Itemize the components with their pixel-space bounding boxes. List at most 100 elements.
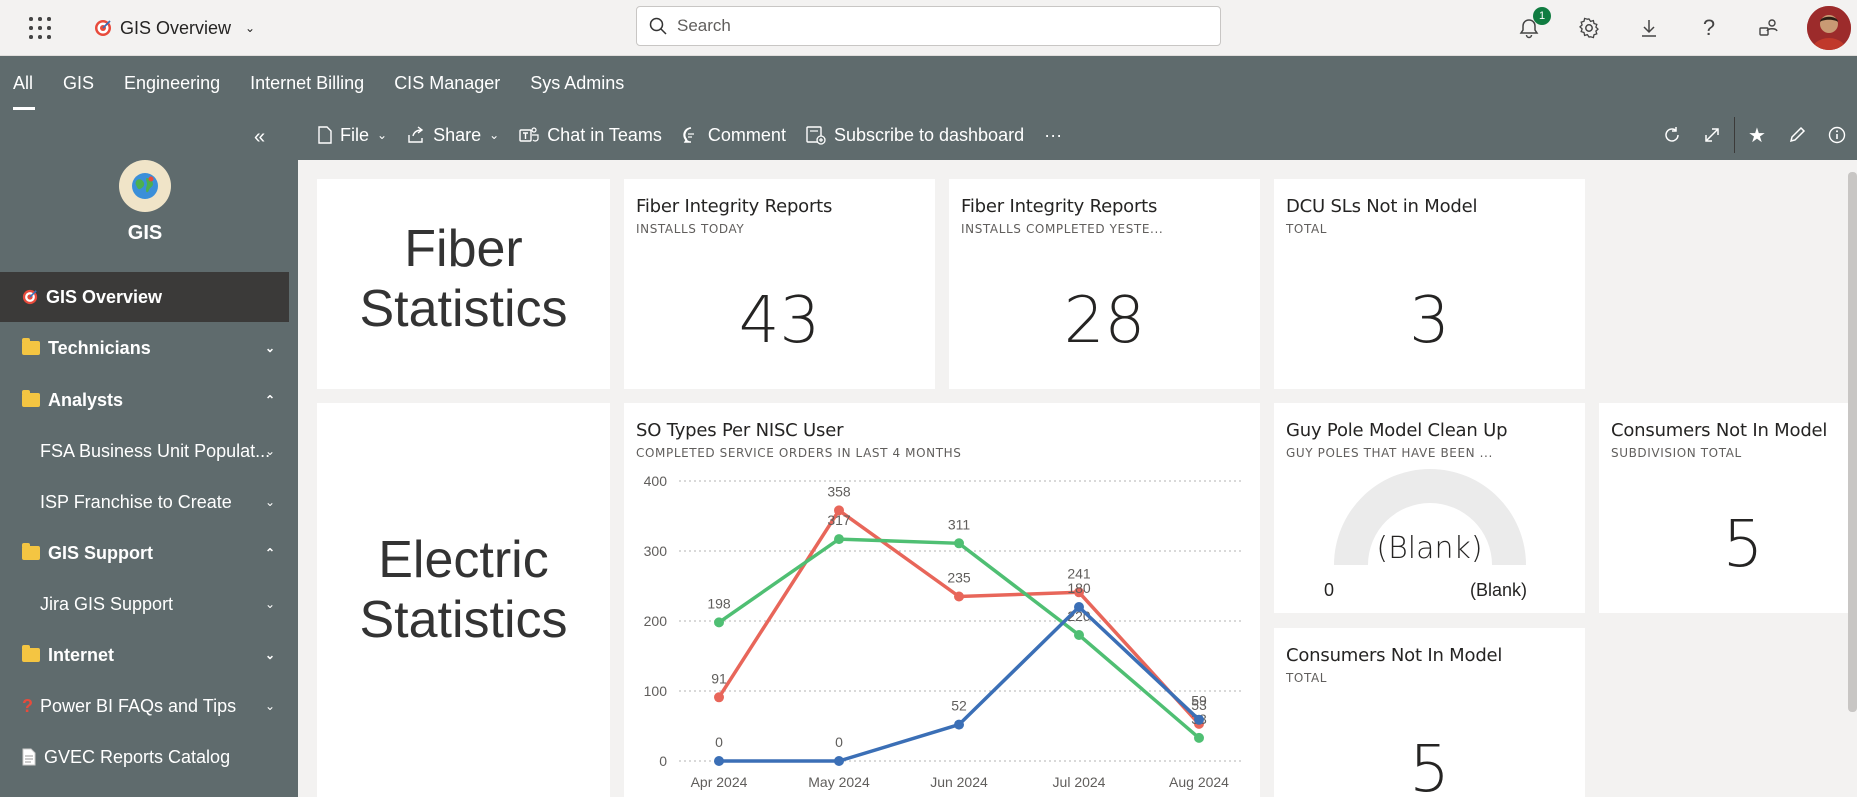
consumers-total-tile[interactable]: Consumers Not In Model TOTAL 5 xyxy=(1274,628,1585,797)
electric-statistics-tile[interactable]: Electric Statistics xyxy=(317,403,610,797)
chevron-down-icon[interactable]: ⌄ xyxy=(265,699,275,713)
file-menu-button[interactable]: File ⌄ xyxy=(308,110,397,160)
folder-icon xyxy=(22,338,40,355)
collapse-sidebar-icon[interactable]: « xyxy=(254,126,265,149)
sidebar-item-analysts[interactable]: Analysts ⌃ xyxy=(0,375,289,425)
notifications-button[interactable]: 1 xyxy=(1499,0,1559,56)
info-button[interactable] xyxy=(1817,110,1857,160)
people-icon xyxy=(1759,19,1778,36)
help-button[interactable]: ? xyxy=(1679,0,1739,56)
sidebar-item-jira-gis-support[interactable]: Jira GIS Support ⌄ xyxy=(0,579,289,629)
chevron-up-icon[interactable]: ⌃ xyxy=(265,546,275,560)
favorite-button[interactable]: ★ xyxy=(1737,110,1777,160)
target-icon xyxy=(22,289,38,305)
data-label: 311 xyxy=(948,516,971,532)
avatar[interactable] xyxy=(1807,6,1851,50)
tile-subtitle: INSTALLS COMPLETED YESTE... xyxy=(961,222,1164,236)
so-types-chart-tile[interactable]: SO Types Per NISC User COMPLETED SERVICE… xyxy=(624,403,1260,797)
tab-label: Engineering xyxy=(124,72,221,93)
tile-value: 3 xyxy=(1409,284,1450,358)
tab-internet-billing[interactable]: Internet Billing xyxy=(235,56,379,110)
expand-icon xyxy=(1705,128,1719,142)
feedback-button[interactable] xyxy=(1739,0,1799,56)
chevron-down-icon[interactable]: ⌄ xyxy=(265,648,275,662)
tab-label: Sys Admins xyxy=(530,72,625,93)
tab-gis[interactable]: GIS xyxy=(48,56,109,110)
comment-icon xyxy=(683,127,694,143)
subscribe-icon xyxy=(806,126,826,145)
sidebar-item-power-bi-faqs[interactable]: ? Power BI FAQs and Tips ⌄ xyxy=(0,681,289,731)
dashboard-canvas: Fiber Statistics Fiber Integrity Reports… xyxy=(298,160,1857,797)
chevron-down-icon[interactable]: ⌄ xyxy=(265,495,275,509)
workspace-logo xyxy=(119,160,171,212)
sidebar-item-technicians[interactable]: Technicians ⌄ xyxy=(0,323,289,373)
data-label: 0 xyxy=(835,734,843,750)
search-box[interactable] xyxy=(636,6,1221,46)
electric-text-line1: Electric xyxy=(378,531,549,589)
fiber-statistics-tile[interactable]: Fiber Statistics xyxy=(317,179,610,389)
guy-pole-gauge-tile[interactable]: Guy Pole Model Clean Up GUY POLES THAT H… xyxy=(1274,403,1585,613)
tab-label: All xyxy=(13,72,34,93)
sidebar-item-internet[interactable]: Internet ⌄ xyxy=(0,630,289,680)
gauge-max: (Blank) xyxy=(1470,580,1528,600)
app-launcher-icon[interactable] xyxy=(28,16,52,40)
notification-badge: 1 xyxy=(1533,7,1551,25)
chevron-down-icon[interactable]: ⌄ xyxy=(265,341,275,355)
app-title-dropdown[interactable]: GIS Overview ⌄ xyxy=(94,14,255,42)
tab-cis-manager[interactable]: CIS Manager xyxy=(379,56,515,110)
fullscreen-button[interactable] xyxy=(1692,110,1732,160)
chevron-down-icon[interactable]: ⌄ xyxy=(265,444,275,458)
comment-button[interactable]: Comment xyxy=(672,110,796,160)
y-tick-label: 100 xyxy=(644,683,668,699)
fiber-installs-today-tile[interactable]: Fiber Integrity Reports INSTALLS TODAY 4… xyxy=(624,179,935,389)
data-point xyxy=(1074,602,1084,612)
pencil-icon xyxy=(1789,126,1806,143)
question-icon: ? xyxy=(22,695,33,716)
download-icon xyxy=(1642,20,1656,37)
fiber-installs-yesterday-tile[interactable]: Fiber Integrity Reports INSTALLS COMPLET… xyxy=(949,179,1260,389)
tab-engineering[interactable]: Engineering xyxy=(109,56,235,110)
sidebar-item-isp-franchise[interactable]: ISP Franchise to Create ⌄ xyxy=(0,477,289,527)
series-line xyxy=(719,604,1201,763)
search-input[interactable] xyxy=(677,16,1177,36)
share-menu-button[interactable]: Share ⌄ xyxy=(397,110,509,160)
comment-label: Comment xyxy=(707,124,786,145)
consumers-subdivision-tile[interactable]: Consumers Not In Model SUBDIVISION TOTAL… xyxy=(1599,403,1857,613)
edit-button[interactable] xyxy=(1777,110,1817,160)
x-tick-label: May 2024 xyxy=(808,774,870,790)
tile-value: 28 xyxy=(1063,284,1146,358)
tile-value: 5 xyxy=(1722,508,1764,582)
subscribe-button[interactable]: Subscribe to dashboard xyxy=(796,110,1034,160)
dcu-sls-tile[interactable]: DCU SLs Not in Model TOTAL 3 xyxy=(1274,179,1585,389)
share-label: Share xyxy=(433,124,482,145)
chevron-up-icon[interactable]: ⌃ xyxy=(265,393,275,407)
chevron-down-icon[interactable]: ⌄ xyxy=(265,597,275,611)
chat-in-teams-button[interactable]: Chat in Teams xyxy=(509,110,672,160)
gauge-arc xyxy=(1334,469,1526,565)
sidebar-item-gis-overview[interactable]: GIS Overview xyxy=(0,272,289,322)
tile-title: Consumers Not In Model xyxy=(1286,645,1503,666)
info-icon xyxy=(1828,126,1846,144)
sidebar-item-label: Technicians xyxy=(48,337,151,358)
sidebar-item-gvec-reports-catalog[interactable]: GVEC Reports Catalog xyxy=(0,732,289,782)
sidebar-item-fsa-business-unit[interactable]: FSA Business Unit Populat... ⌄ xyxy=(0,426,289,476)
gear-icon xyxy=(1579,17,1599,39)
chevron-down-icon: ⌄ xyxy=(245,21,256,35)
question-icon: ? xyxy=(1702,15,1716,40)
tile-subtitle: TOTAL xyxy=(1286,222,1328,236)
sidebar-item-label: Power BI FAQs and Tips xyxy=(40,695,237,716)
download-button[interactable] xyxy=(1619,0,1679,56)
more-options-button[interactable]: ··· xyxy=(1034,110,1072,160)
y-tick-label: 0 xyxy=(659,753,667,769)
canvas-scrollbar[interactable] xyxy=(1848,172,1857,712)
settings-button[interactable] xyxy=(1559,0,1619,56)
refresh-button[interactable] xyxy=(1652,110,1692,160)
data-label: 198 xyxy=(707,595,731,611)
sidebar-item-gis-support[interactable]: GIS Support ⌃ xyxy=(0,528,289,578)
gauge-value: (Blank) xyxy=(1376,531,1483,566)
tab-sys-admins[interactable]: Sys Admins xyxy=(515,56,639,110)
tile-subtitle: COMPLETED SERVICE ORDERS IN LAST 4 MONTH… xyxy=(636,446,962,460)
app-title: GIS Overview xyxy=(120,17,232,38)
tab-all[interactable]: All xyxy=(0,56,48,110)
folder-icon xyxy=(22,645,40,662)
